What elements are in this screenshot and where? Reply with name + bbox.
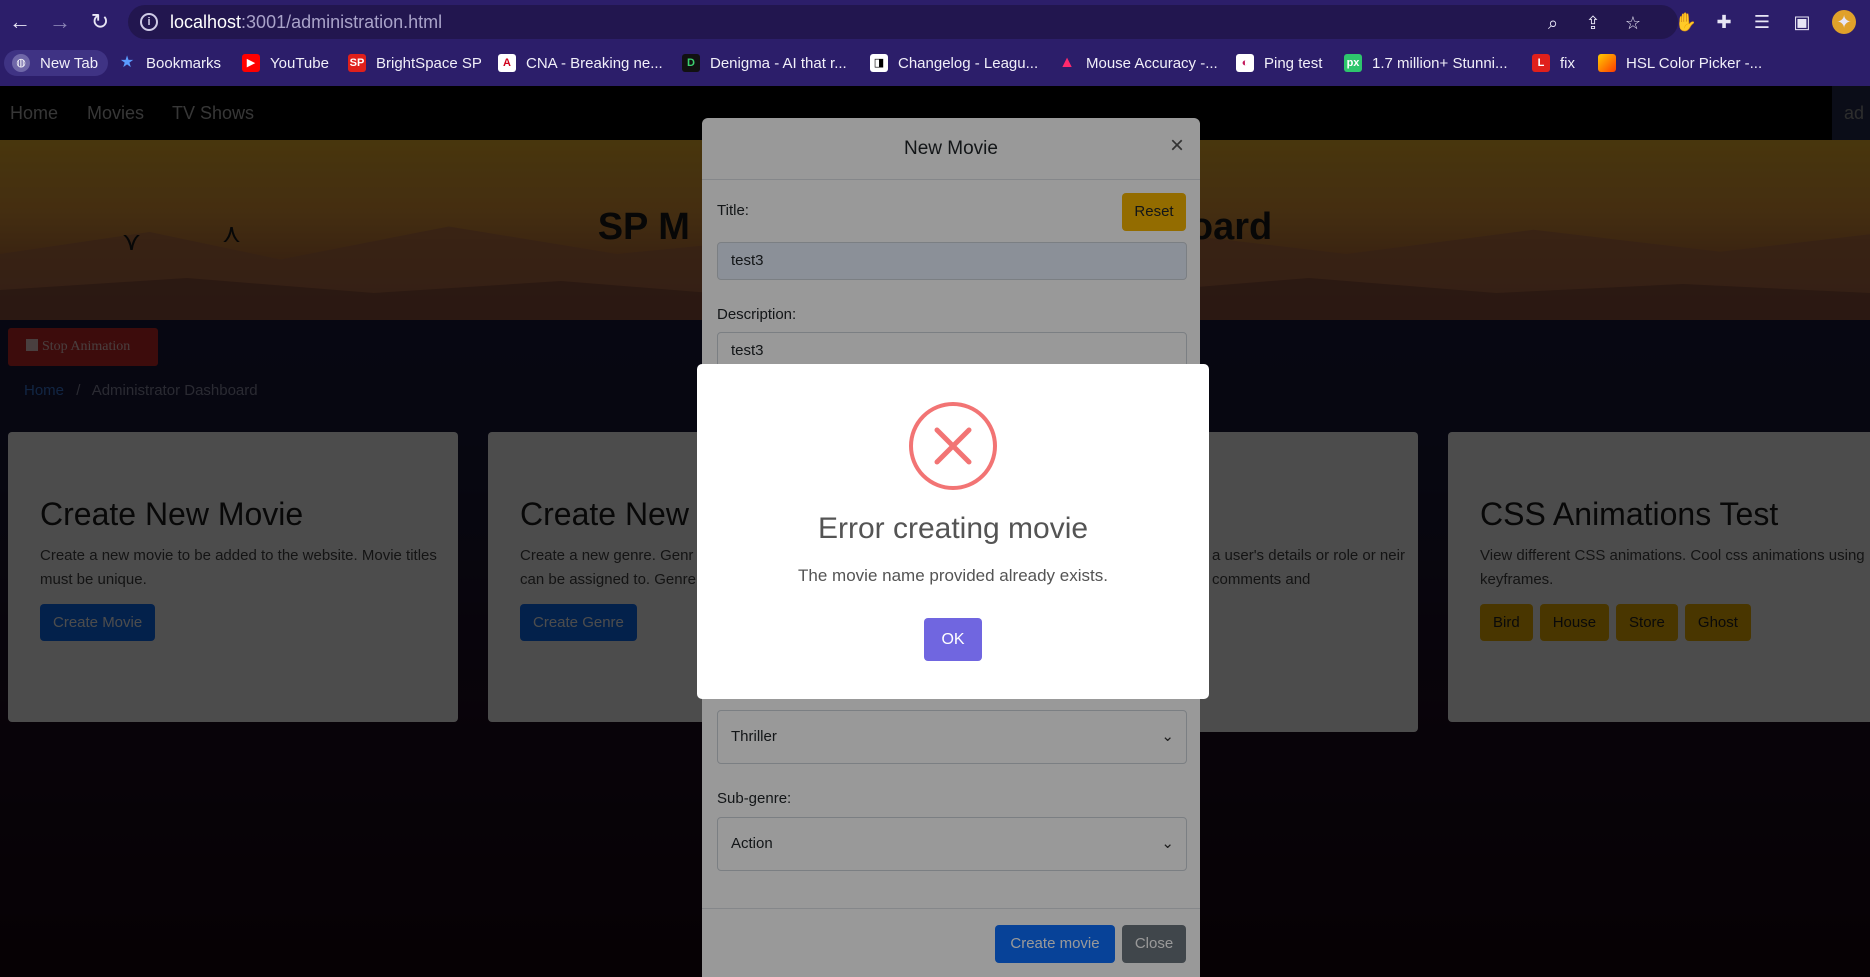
x-mark	[934, 427, 972, 465]
ping-icon: ◐	[1236, 54, 1254, 72]
reading-list-icon[interactable]: ☰	[1750, 10, 1774, 34]
bookmark-denigma[interactable]: D Denigma - AI that r...	[682, 50, 847, 76]
page-viewport: Home Movies TV Shows ad ⋎ ⋏ SP Moard Sto…	[0, 86, 1870, 977]
forward-icon[interactable]: →	[46, 8, 74, 36]
extensions-icon[interactable]: ✚	[1712, 10, 1736, 34]
url-text[interactable]: localhost:3001/administration.html	[170, 12, 442, 33]
mouse-accuracy-icon: ▲	[1059, 54, 1075, 71]
bookmark-pixabay[interactable]: px 1.7 million+ Stunni...	[1344, 50, 1508, 76]
reload-icon[interactable]: ↻	[86, 8, 114, 36]
bookmark-bookmarks[interactable]: ★ Bookmarks	[118, 50, 221, 76]
error-alert-dialog: Error creating movie The movie name prov…	[697, 364, 1209, 699]
bookmark-mouse-accuracy[interactable]: ▲ Mouse Accuracy -...	[1058, 50, 1218, 76]
bookmark-youtube[interactable]: ▶ YouTube	[242, 50, 329, 76]
address-row: ← → ↻ i localhost:3001/administration.ht…	[0, 0, 1870, 44]
zoom-icon[interactable]: ⌕	[1542, 12, 1564, 34]
adblock-icon[interactable]: ✋	[1674, 10, 1698, 34]
pixabay-icon: px	[1344, 54, 1362, 72]
bookmark-fix[interactable]: L fix	[1532, 50, 1575, 76]
profile-avatar-icon[interactable]: ✦	[1832, 10, 1856, 34]
changelog-icon: ◨	[870, 54, 888, 72]
bookmark-cna[interactable]: A CNA - Breaking ne...	[498, 50, 663, 76]
hsl-icon	[1598, 54, 1616, 72]
bookmark-new-tab[interactable]: ◍ New Tab	[4, 50, 109, 76]
alert-message: The movie name provided already exists.	[798, 566, 1108, 585]
l-icon: L	[1532, 54, 1550, 72]
sp-icon: SP	[348, 54, 366, 72]
bookmark-brightspace[interactable]: SP BrightSpace SP	[348, 50, 482, 76]
ok-button[interactable]: OK	[924, 618, 982, 661]
error-x-icon	[909, 402, 997, 490]
bookmark-ping-test[interactable]: ◐ Ping test	[1236, 50, 1322, 76]
youtube-icon: ▶	[242, 54, 260, 72]
star-icon: ★	[119, 54, 135, 71]
bookmark-hsl-picker[interactable]: HSL Color Picker -...	[1598, 50, 1762, 76]
back-icon[interactable]: ←	[6, 8, 34, 36]
site-info-icon[interactable]: i	[140, 13, 158, 31]
bookmark-changelog[interactable]: ◨ Changelog - Leagu...	[870, 50, 1038, 76]
alert-title: Error creating movie	[817, 512, 1089, 545]
browser-chrome: ← → ↻ i localhost:3001/administration.ht…	[0, 0, 1870, 86]
cna-icon: A	[498, 54, 516, 72]
globe-icon: ◍	[12, 54, 30, 72]
share-icon[interactable]: ⇪	[1582, 12, 1604, 34]
denigma-icon: D	[682, 54, 700, 72]
side-panel-icon[interactable]: ▣	[1790, 10, 1814, 34]
bookmark-star-icon[interactable]: ☆	[1622, 12, 1644, 34]
bookmarks-bar: ◍ New Tab ★ Bookmarks ▶ YouTube SP Brigh…	[0, 46, 1870, 80]
address-bar[interactable]: i localhost:3001/administration.html ⌕ ⇪…	[128, 5, 1678, 39]
